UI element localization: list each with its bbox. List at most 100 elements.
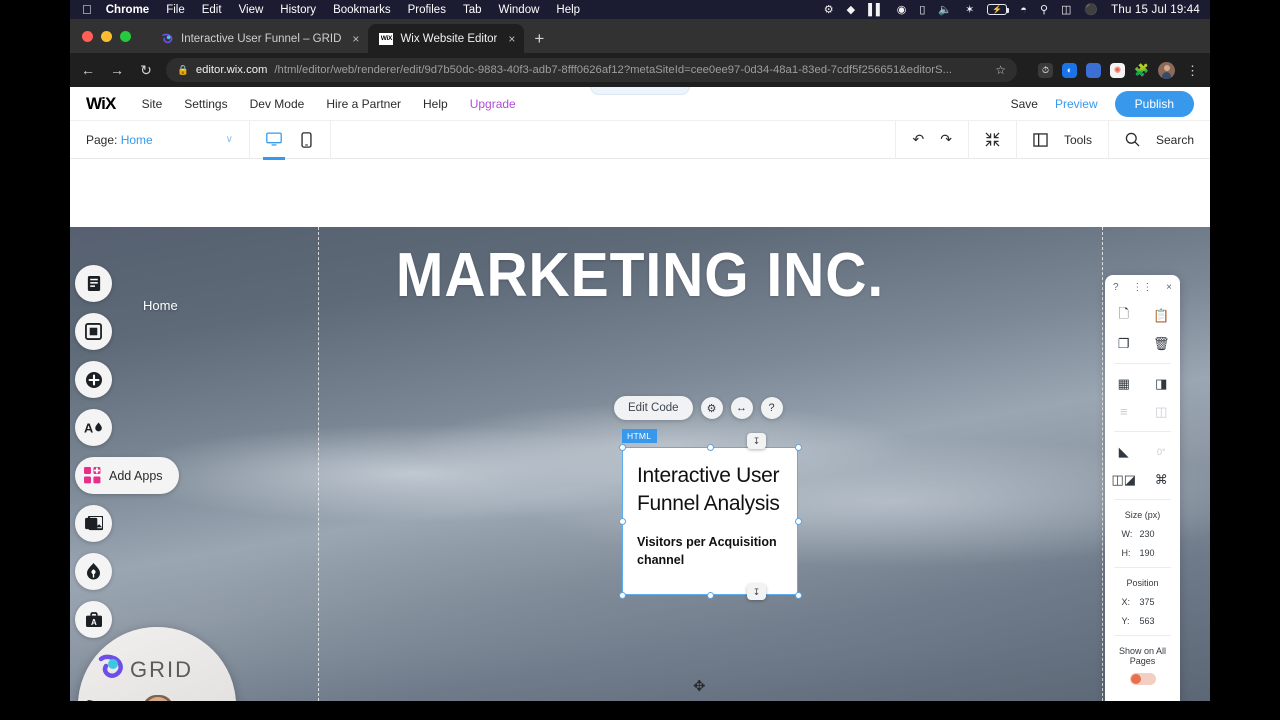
apple-icon[interactable]:  (82, 3, 92, 16)
y-value[interactable]: 563 (1140, 616, 1164, 626)
canvas-collapse-notch[interactable]: ⌃ (590, 87, 690, 95)
menu-hire-a-partner[interactable]: Hire a Partner (326, 97, 401, 111)
menu-settings[interactable]: Settings (184, 97, 227, 111)
flip-horizontal-icon[interactable]: ◫◪ (1105, 470, 1143, 489)
address-bar[interactable]: 🔒 editor.wix.com/html/editor/web/rendere… (166, 58, 1017, 82)
drag-handle-icon[interactable]: ⋮⋮ (1132, 282, 1152, 293)
wix-logo[interactable]: WiX (86, 94, 116, 114)
selected-html-element[interactable]: HTML Interactive User Funnel Analysis Vi… (616, 429, 804, 601)
resize-handle-bottom-left[interactable] (618, 591, 626, 599)
question-icon[interactable]: ? (760, 397, 783, 419)
resize-handle-middle-left[interactable] (618, 517, 626, 525)
chevron-down-icon[interactable]: ∨ (226, 134, 233, 145)
control-center-icon[interactable]: ◫ (1061, 3, 1071, 16)
menu-item-help[interactable]: Help (556, 4, 580, 16)
arrange-icon[interactable]: ▦ (1105, 374, 1143, 393)
gear-icon[interactable]: ⚙ (700, 397, 723, 419)
paste-icon[interactable]: 📋 (1143, 306, 1181, 325)
sidebar-item-background[interactable] (75, 313, 112, 350)
gear-icon[interactable]: ⚙ (824, 3, 834, 16)
distribute-horizontal-icon[interactable]: ≡ (1105, 402, 1143, 421)
width-value[interactable]: 230 (1140, 529, 1164, 539)
height-value[interactable]: 190 (1140, 548, 1164, 558)
audio-levels-icon[interactable]: ▌▌ (868, 4, 884, 16)
control-icon[interactable]: ◉ (897, 3, 907, 16)
dropbox-icon[interactable]: ◆ (847, 3, 855, 16)
menu-dev-mode[interactable]: Dev Mode (250, 97, 305, 111)
sidebar-item-blog[interactable] (75, 553, 112, 590)
collapse-icon[interactable] (985, 132, 1000, 147)
sidebar-item-add-apps[interactable]: Add Apps (75, 457, 179, 494)
stretch-arrows-icon[interactable]: ↔ (730, 397, 753, 419)
color-extension-icon[interactable]: ✺ (1110, 62, 1125, 78)
battery-icon[interactable]: ⚡ (987, 4, 1010, 15)
preview-button[interactable]: Preview (1055, 97, 1098, 111)
search-icon[interactable]: ⚲ (1040, 3, 1048, 16)
reload-button[interactable]: ↻ (137, 62, 155, 79)
panel-close-button[interactable]: × (1166, 282, 1172, 293)
history-extension-icon[interactable]: ⏱ (1038, 62, 1053, 78)
menu-item-window[interactable]: Window (499, 4, 540, 16)
back-button[interactable]: ← (79, 62, 97, 78)
resize-handle-top-left[interactable] (618, 443, 626, 451)
hero-title[interactable]: MARKETING INC. (116, 245, 1165, 307)
x-value[interactable]: 375 (1140, 597, 1164, 607)
window-extension-icon[interactable] (1086, 62, 1101, 78)
sidebar-item-add-elements[interactable] (75, 361, 112, 398)
menu-item-edit[interactable]: Edit (202, 4, 222, 16)
mobile-view-icon[interactable] (296, 130, 316, 150)
forward-button[interactable]: → (108, 62, 126, 78)
search-button[interactable]: Search (1107, 121, 1210, 158)
undo-button[interactable]: ↶ (912, 131, 924, 148)
new-tab-button[interactable]: + (534, 29, 544, 49)
tools-menu[interactable]: Tools (1015, 121, 1108, 158)
sidebar-item-my-uploads[interactable] (75, 505, 112, 542)
close-tab-button[interactable]: × (508, 32, 515, 46)
redo-button[interactable]: ↷ (940, 131, 952, 148)
menu-item-history[interactable]: History (280, 4, 316, 16)
profile-avatar[interactable] (1158, 61, 1175, 79)
show-on-all-pages-toggle[interactable] (1129, 673, 1156, 685)
chrome-menu-button[interactable]: ⋮ (1184, 64, 1201, 77)
menu-bar-clock[interactable]: Thu 15 Jul 19:44 (1111, 4, 1200, 16)
align-icon[interactable]: ◨ (1143, 374, 1181, 393)
editor-canvas[interactable]: MARKETING INC. + Home (70, 227, 1210, 701)
wifi-icon[interactable]: ◓ (1020, 4, 1027, 16)
edit-code-button[interactable]: Edit Code (614, 396, 693, 420)
resize-handle-bottom-right[interactable] (794, 591, 802, 599)
rotate-icon[interactable]: ◣ (1105, 442, 1143, 461)
resize-handle-middle-right[interactable] (794, 517, 802, 525)
menu-help[interactable]: Help (423, 97, 448, 111)
duplicate-icon[interactable]: ❐ (1105, 334, 1143, 353)
blue-circle-extension-icon[interactable]: ◐ (1062, 62, 1077, 78)
desktop-view-icon[interactable] (263, 130, 285, 160)
layers-button[interactable]: Layers (1105, 685, 1180, 701)
resize-handle-top-center[interactable] (706, 443, 714, 451)
panel-help-button[interactable]: ? (1113, 282, 1119, 293)
copy-icon[interactable]: 🗋 (1105, 306, 1143, 325)
bluetooth-icon[interactable]: ✶ (965, 3, 974, 16)
menu-item-bookmarks[interactable]: Bookmarks (333, 4, 391, 16)
tab-wix-website-editor[interactable]: WiX Wix Website Editor × (368, 24, 525, 53)
publish-button[interactable]: Publish (1114, 90, 1194, 117)
bookmark-star-icon[interactable]: ☆ (995, 63, 1006, 77)
menu-item-file[interactable]: File (166, 4, 185, 16)
save-button[interactable]: Save (1011, 97, 1038, 111)
volume-icon[interactable]: 🔈 (938, 3, 952, 16)
resize-handle-top-right[interactable] (794, 443, 802, 451)
tab-interactive-user-funnel[interactable]: Interactive User Funnel – GRID × (149, 24, 368, 53)
display-icon[interactable]: ▯ (919, 3, 925, 16)
menu-site[interactable]: Site (142, 97, 163, 111)
sidebar-item-theme-manager[interactable]: A (75, 409, 112, 446)
resize-handle-bottom-center[interactable] (706, 591, 714, 599)
menu-item-chrome[interactable]: Chrome (106, 4, 149, 16)
minimize-window-button[interactable] (101, 30, 112, 42)
menu-item-profiles[interactable]: Profiles (408, 4, 446, 16)
close-window-button[interactable] (82, 30, 93, 42)
maximize-window-button[interactable] (120, 30, 131, 42)
flip-vertical-icon[interactable]: ⌘ (1143, 470, 1181, 489)
sidebar-item-menus-and-pages[interactable] (75, 265, 112, 302)
stretch-top-button[interactable]: ↧ (747, 433, 766, 449)
element-properties-panel[interactable]: ? ⋮⋮ × 🗋 📋 ❐ 🗑 ▦ ◨ ≡ ◫ ◣ 0° ◫◪ ⌘ Size (p… (1105, 275, 1180, 701)
puzzle-extension-icon[interactable]: 🧩 (1134, 63, 1149, 78)
